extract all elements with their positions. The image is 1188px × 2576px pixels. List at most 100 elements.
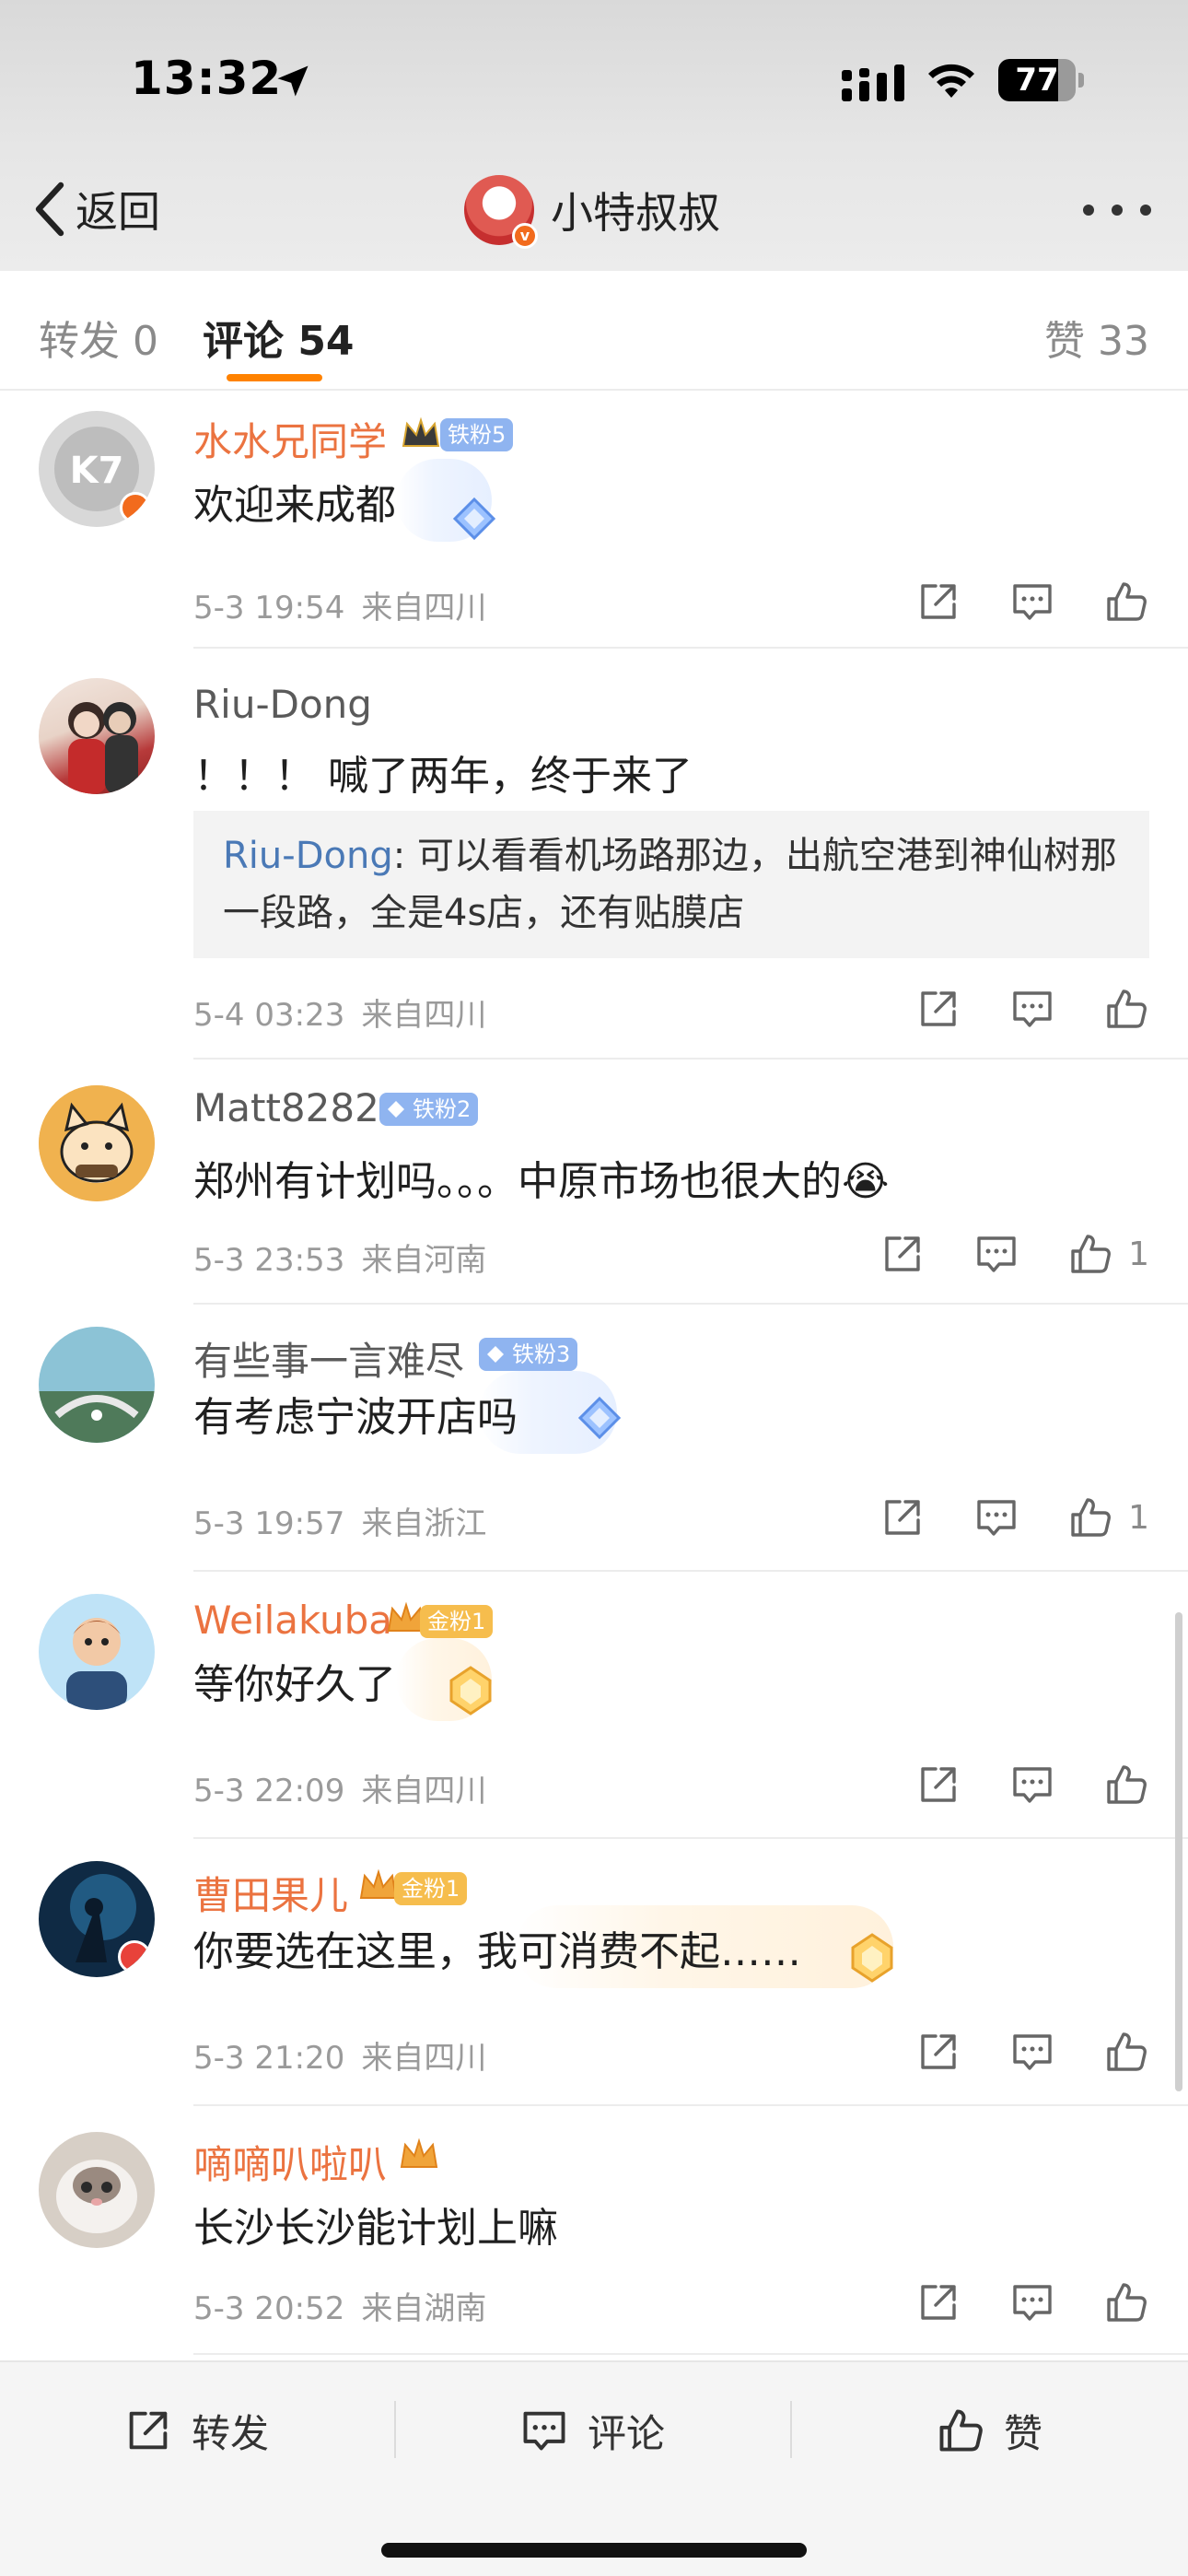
comment-location: 来自湖南 (361, 2290, 487, 2327)
back-button[interactable]: 返回 (31, 177, 160, 241)
reply-button[interactable] (1009, 579, 1055, 625)
repost-button[interactable] (879, 1231, 926, 1277)
comment-actions (868, 2029, 1149, 2075)
chevron-left-icon (35, 181, 64, 237)
thumbs-up-icon (1107, 582, 1147, 621)
comment-meta: 5-3 23:53 来自河南 (193, 1235, 486, 1280)
like-button[interactable] (1103, 2279, 1149, 2325)
more-options-button[interactable] (1083, 199, 1151, 221)
comment-icon (523, 2411, 565, 2451)
avatar[interactable] (39, 678, 155, 794)
home-indicator[interactable] (381, 2543, 807, 2558)
location-arrow-icon (277, 65, 309, 97)
diamond-icon (388, 1101, 404, 1118)
tab-likes[interactable]: 赞 33 (1044, 308, 1149, 367)
comment-username[interactable]: Matt8282 (193, 1085, 379, 1130)
verified-badge (120, 492, 151, 523)
comment-meta: 5-4 03:23 来自四川 (193, 989, 486, 1035)
comment-meta: 5-3 22:09 来自四川 (193, 1765, 486, 1810)
reply-button[interactable] (1009, 2029, 1055, 2075)
like-button[interactable]: 1 (1067, 1231, 1149, 1277)
comment-username[interactable]: Riu-Dong (193, 682, 372, 727)
like-button[interactable] (1103, 986, 1149, 1032)
comment-username[interactable]: 嘀嘀叭啦叭 (193, 2134, 387, 2190)
crown-icon (402, 416, 440, 447)
fan-badge: 金粉1 (420, 1605, 494, 1638)
comment-time: 5-3 21:20 (193, 2040, 345, 2077)
bottom-repost-button[interactable]: 转发 (123, 2403, 269, 2458)
avatar[interactable] (39, 1327, 155, 1443)
comment-location: 来自四川 (361, 590, 487, 626)
tab-comments[interactable]: 评论 54 (203, 308, 355, 367)
comment-time: 5-3 19:57 (193, 1505, 345, 1542)
avatar: v (464, 175, 538, 249)
repost-button[interactable] (915, 2279, 961, 2325)
tab-repost[interactable]: 转发 0 (39, 308, 158, 367)
like-button[interactable] (1103, 1762, 1149, 1808)
tab-bar: 转发 0 评论 54 赞 33 (0, 271, 1188, 391)
top-bar: 13:32 77 返回 v 小特叔叔 (0, 0, 1188, 271)
comment-username[interactable]: Weilakuba (193, 1598, 392, 1643)
avatar[interactable] (39, 1594, 155, 1710)
bottom-like-button[interactable]: 赞 (936, 2403, 1042, 2458)
repost-button[interactable] (915, 986, 961, 1032)
signal-icon (842, 64, 904, 101)
reply-button[interactable] (973, 1231, 1019, 1277)
comment-username[interactable]: 水水兄同学 (193, 411, 387, 467)
reply-button[interactable] (973, 1494, 1019, 1540)
repost-button[interactable] (879, 1494, 926, 1540)
bottom-repost-label: 转发 (192, 2410, 270, 2456)
thumbs-up-icon (1107, 989, 1147, 1028)
avatar[interactable] (39, 2132, 155, 2248)
reply-button[interactable] (1009, 1762, 1055, 1808)
fan-badge-label: 铁粉5 (448, 422, 507, 448)
comment-text: ！！！ 喊了两年，终于来了 (193, 753, 693, 800)
comment-meta: 5-3 19:54 来自四川 (193, 582, 486, 627)
scrollbar[interactable] (1175, 1612, 1182, 2091)
like-count: 1 (1128, 1235, 1149, 1273)
reply-button[interactable] (1009, 986, 1055, 1032)
fan-badge: 铁粉3 (479, 1338, 578, 1371)
like-button[interactable]: 1 (1067, 1494, 1149, 1540)
reply-button[interactable] (1009, 2279, 1055, 2325)
nav-profile[interactable]: v 小特叔叔 (464, 173, 720, 249)
share-icon (921, 2034, 956, 2069)
fan-badge-label: 金粉1 (402, 1876, 460, 1902)
like-button[interactable] (1103, 2029, 1149, 2075)
comment-text: 郑州有计划吗。。。中原市场也很大的😭 (193, 1158, 890, 1205)
page-title: 小特叔叔 (551, 188, 720, 238)
thumbs-up-icon (1107, 1765, 1147, 1804)
avatar[interactable]: K7 (39, 411, 155, 527)
repost-button[interactable] (915, 1762, 961, 1808)
fan-badge: 金粉1 (394, 1872, 468, 1905)
diamond-decoration-icon (452, 497, 496, 541)
bottom-action-bar: 转发 评论 赞 (0, 2360, 1188, 2576)
comment-icon (1013, 991, 1052, 1027)
comment-actions (868, 2279, 1149, 2325)
comment-text: 欢迎来成都 (193, 482, 396, 529)
bottom-comment-button[interactable]: 评论 (519, 2403, 665, 2458)
reply-username[interactable]: Riu-Dong (223, 835, 393, 877)
avatar[interactable] (39, 1085, 155, 1201)
repost-button[interactable] (915, 579, 961, 625)
comment-time: 5-3 23:53 (193, 1242, 345, 1279)
crown-icon (400, 2137, 438, 2168)
reply-quote: Riu-Dong: 可以看看机场路那边，出航空港到神仙树那一段路，全是4s店，还… (193, 811, 1149, 958)
share-icon (885, 1500, 920, 1535)
comment-text: 长沙长沙能计划上嘛 (193, 2205, 558, 2252)
share-icon (921, 584, 956, 619)
comment-username[interactable]: 有些事一言难尽 (193, 1330, 464, 1387)
comment-item: Weilakuba 金粉1 等你好久了 5-3 22:09 来自四川 (0, 1572, 1188, 1839)
fan-badge: 铁粉5 (440, 418, 514, 451)
member-badge (118, 1940, 151, 1973)
diamond-icon (487, 1346, 504, 1363)
thumbs-up-icon (1071, 1498, 1112, 1537)
comment-icon (1013, 2285, 1052, 2321)
comment-actions (868, 986, 1149, 1032)
repost-button[interactable] (915, 2029, 961, 2075)
avatar[interactable] (39, 1861, 155, 1977)
like-button[interactable] (1103, 579, 1149, 625)
gold-decoration-icon (449, 1666, 492, 1715)
comment-item: 有些事一言难尽 铁粉3 有考虑宁波开店吗 5-3 19:57 来自浙江 1 (0, 1305, 1188, 1572)
comment-username[interactable]: 曹田果儿 (193, 1865, 348, 1921)
